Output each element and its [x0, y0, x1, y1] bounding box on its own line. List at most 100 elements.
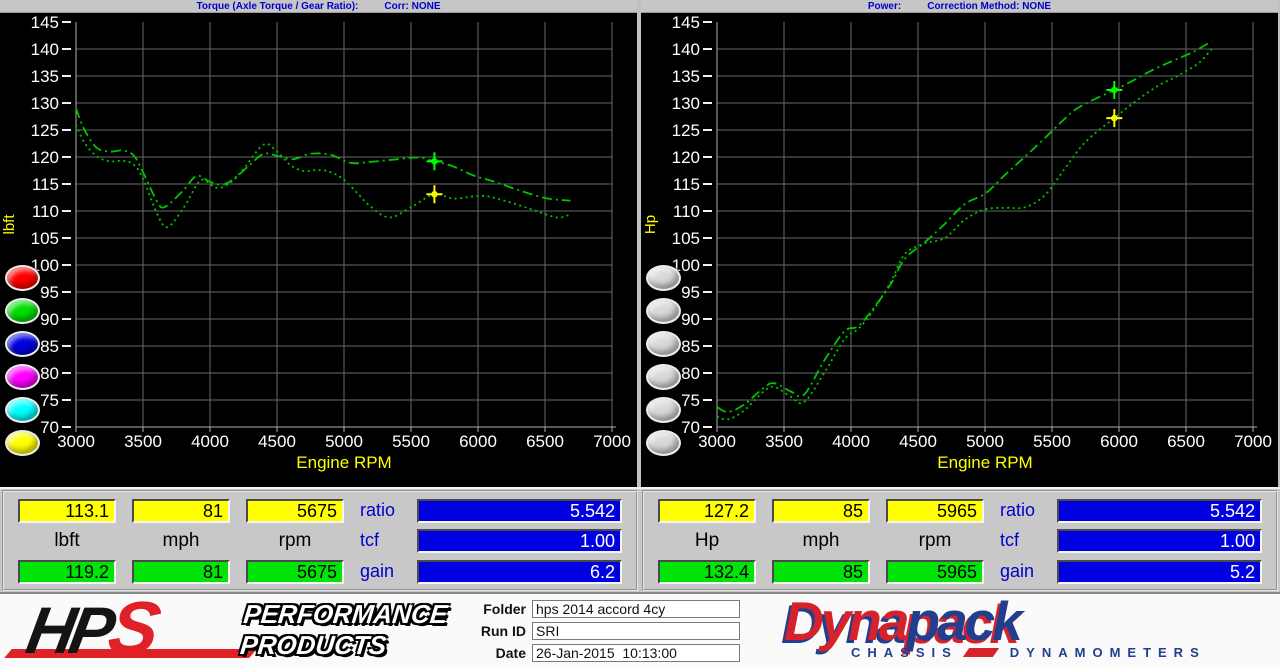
- sri-power-curve: [717, 41, 1212, 412]
- ratio-value: 5.542: [1057, 499, 1262, 523]
- hps-tagline: PERFORMANCE PRODUCTS: [239, 599, 476, 661]
- tcf-value: 1.00: [1057, 529, 1262, 553]
- gain-label: gain: [360, 560, 412, 584]
- run-id-label: Run ID: [470, 623, 532, 639]
- x-tick-label: 6000: [459, 432, 497, 451]
- legend-button-4[interactable]: [5, 397, 40, 423]
- x-axis-label: Engine RPM: [937, 453, 1032, 472]
- gain-label: gain: [1000, 560, 1052, 584]
- run-speed-value: 85: [772, 560, 870, 584]
- cursor-marker: [426, 152, 442, 170]
- run-torque-value: 119.2: [18, 560, 116, 584]
- torque-readout-panel: 113.1 81 5675 lbft mph rpm 119.2 81 5675…: [2, 490, 638, 591]
- tcf-label: tcf: [1000, 529, 1052, 553]
- legend-button-5[interactable]: [5, 430, 40, 456]
- x-tick-label: 7000: [593, 432, 631, 451]
- run-id-input[interactable]: SRI: [532, 622, 740, 640]
- ratio-label: ratio: [1000, 499, 1052, 523]
- hps-tagline-line2: PRODUCTS: [239, 630, 472, 661]
- x-tick-label: 3000: [698, 432, 736, 451]
- power-chart-panel: Power: Correction Method: NONE 707580859…: [641, 0, 1278, 487]
- run-speed-value: 81: [132, 560, 230, 584]
- cursor-torque-value: 113.1: [18, 499, 116, 523]
- x-tick-label: 6500: [526, 432, 564, 451]
- date-label: Date: [470, 645, 532, 661]
- torque-title: Torque (Axle Torque / Gear Ratio):: [197, 1, 359, 12]
- x-tick-label: 6500: [1167, 432, 1205, 451]
- date-field-row: Date 26-Jan-2015 10:13:00: [470, 644, 756, 662]
- x-tick-labels: 3000 3500 4000 4500 5000 5500 6000 6500 7000: [698, 427, 1272, 451]
- cursor-rpm-value: 5965: [886, 499, 984, 523]
- legend-button-2[interactable]: [646, 331, 681, 357]
- charts-row: Torque (Axle Torque / Gear Ratio): Corr:…: [0, 0, 1280, 487]
- x-tick-label: 5500: [392, 432, 430, 451]
- date-input[interactable]: 26-Jan-2015 10:13:00: [532, 644, 740, 662]
- torque-title-bar: Torque (Axle Torque / Gear Ratio): Corr:…: [0, 0, 637, 13]
- cursor-speed-value: 81: [132, 499, 230, 523]
- dynapack-slash-shape: [963, 648, 999, 657]
- folder-input[interactable]: hps 2014 accord 4cy: [532, 600, 740, 618]
- legend-button-3[interactable]: [646, 364, 681, 390]
- legend-button-5[interactable]: [646, 430, 681, 456]
- power-readout-panel: 127.2 85 5965 Hp mph rpm 132.4 85 5965 r…: [642, 490, 1278, 591]
- ratio-value: 5.542: [417, 499, 622, 523]
- dynapack-logo: Dynapack CHASSIS DYNAMOMETERS: [756, 593, 1280, 665]
- unit-label-rpm: rpm: [886, 529, 984, 553]
- unit-label-mph: mph: [772, 529, 870, 553]
- tcf-value: 1.00: [417, 529, 622, 553]
- legend-button-1[interactable]: [5, 298, 40, 324]
- tcf-label: tcf: [360, 529, 412, 553]
- baseline-torque-curve: [76, 125, 571, 228]
- cursor-marker: [1106, 81, 1122, 99]
- dynapack-logo-part2: pack: [907, 590, 1020, 652]
- legend-button-1[interactable]: [646, 298, 681, 324]
- x-tick-label: 3500: [765, 432, 803, 451]
- x-tick-label: 5000: [966, 432, 1004, 451]
- ratio-label: ratio: [360, 499, 412, 523]
- unit-label-mph: mph: [132, 529, 230, 553]
- legend-buttons-right: [646, 0, 686, 487]
- legend-button-0[interactable]: [646, 265, 681, 291]
- gridlines: [717, 22, 1253, 427]
- x-tick-label: 6000: [1100, 432, 1138, 451]
- gain-value: 5.2: [1057, 560, 1262, 584]
- power-chart-svg[interactable]: 7075808590951001051101151201251301351401…: [641, 0, 1278, 487]
- power-correction-label: Correction Method: NONE: [927, 1, 1051, 12]
- x-tick-label: 5500: [1033, 432, 1071, 451]
- x-axis-label: Engine RPM: [296, 453, 391, 472]
- x-tick-label: 7000: [1234, 432, 1272, 451]
- dynapack-chassis-text: CHASSIS: [851, 645, 958, 660]
- legend-buttons-left: [5, 0, 45, 487]
- gain-value: 6.2: [417, 560, 622, 584]
- legend-button-2[interactable]: [5, 331, 40, 357]
- hps-logo-hp-text: HP: [21, 593, 116, 665]
- torque-chart-panel: Torque (Axle Torque / Gear Ratio): Corr:…: [0, 0, 637, 487]
- legend-button-0[interactable]: [5, 265, 40, 291]
- footer: HPS PERFORMANCE PRODUCTS Folder hps 2014…: [0, 592, 1280, 665]
- hps-tagline-line1: PERFORMANCE: [242, 599, 475, 630]
- cursor-power-value: 127.2: [658, 499, 756, 523]
- run-id-field-row: Run ID SRI: [470, 622, 756, 640]
- legend-button-4[interactable]: [646, 397, 681, 423]
- x-tick-label: 4000: [832, 432, 870, 451]
- x-tick-label: 4500: [899, 432, 937, 451]
- x-tick-label: 3500: [124, 432, 162, 451]
- folder-field-row: Folder hps 2014 accord 4cy: [470, 600, 756, 618]
- hps-logo: HPS PERFORMANCE PRODUCTS: [0, 593, 470, 665]
- torque-correction-label: Corr: NONE: [384, 1, 440, 12]
- gridlines: [76, 22, 612, 427]
- sri-torque-curve: [76, 108, 571, 207]
- run-rpm-value: 5675: [246, 560, 344, 584]
- dynapack-logo-part1: Dyna: [784, 590, 907, 652]
- unit-label-rpm: rpm: [246, 529, 344, 553]
- baseline-power-curve: [717, 49, 1212, 420]
- torque-chart-svg[interactable]: 7075808590951001051101151201251301351401…: [0, 0, 637, 487]
- legend-button-3[interactable]: [5, 364, 40, 390]
- cursor-rpm-value: 5675: [246, 499, 344, 523]
- readout-row: 113.1 81 5675 lbft mph rpm 119.2 81 5675…: [0, 487, 1280, 592]
- run-power-value: 132.4: [658, 560, 756, 584]
- x-tick-label: 4000: [191, 432, 229, 451]
- x-tick-label: 4500: [258, 432, 296, 451]
- run-rpm-value: 5965: [886, 560, 984, 584]
- x-tick-label: 3000: [57, 432, 95, 451]
